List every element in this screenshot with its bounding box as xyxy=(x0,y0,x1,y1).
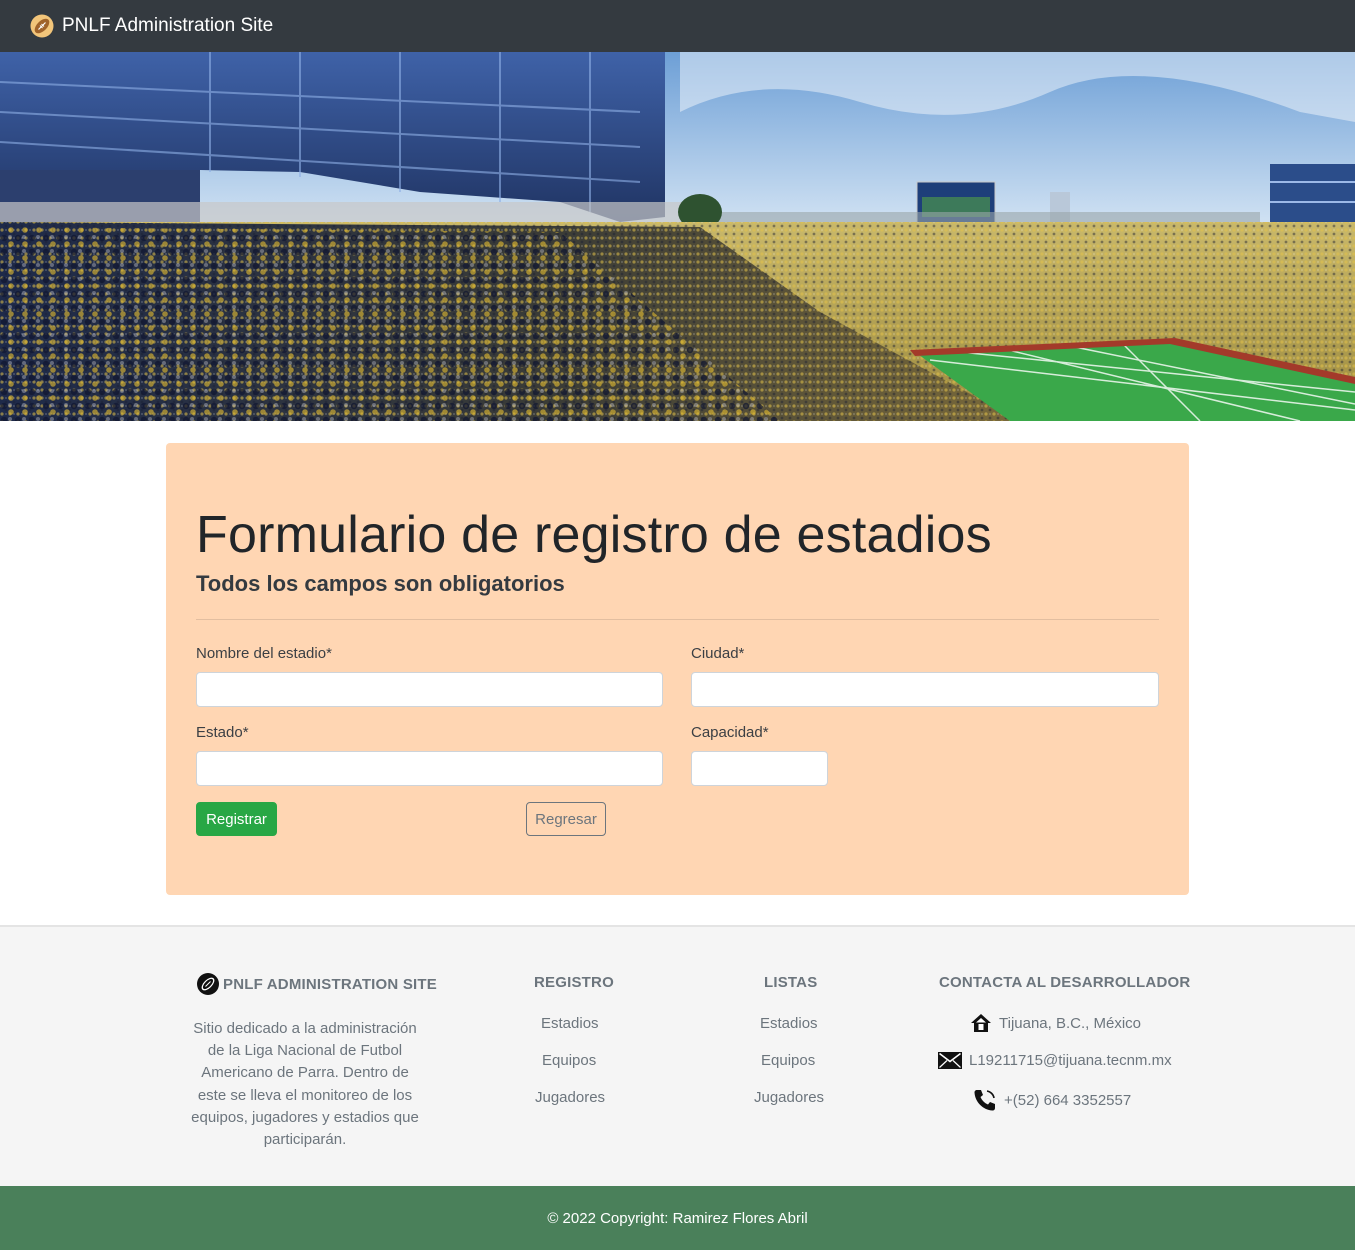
footer-about-description: Sitio dedicado a la administración de la… xyxy=(191,1020,419,1149)
envelope-icon xyxy=(938,1052,962,1069)
contact-phone-text: +(52) 664 3352557 xyxy=(1004,1091,1132,1109)
form-divider xyxy=(196,619,1159,620)
capacidad-input[interactable] xyxy=(691,751,828,786)
registrar-button[interactable]: Registrar xyxy=(196,802,277,836)
footer-contacto-heading: CONTACTA AL DESARROLLADOR xyxy=(939,974,1191,991)
hero-stadium-image xyxy=(0,52,1355,421)
estado-label: Estado* xyxy=(196,724,249,741)
ciudad-label: Ciudad* xyxy=(691,645,745,662)
top-navbar: PNLF Administration Site xyxy=(0,0,1355,52)
navbar-brand-text: PNLF Administration Site xyxy=(62,15,274,36)
footer-listas-heading: LISTAS xyxy=(764,974,818,991)
football-icon xyxy=(30,14,54,38)
contact-location-text: Tijuana, B.C., México xyxy=(999,1014,1141,1032)
site-footer: PNLF ADMINISTRATION SITE Sitio dedicado … xyxy=(0,925,1355,1186)
contact-phone: +(52) 664 3352557 xyxy=(973,1088,1131,1112)
footer-registro-heading: REGISTRO xyxy=(534,974,614,991)
phone-icon xyxy=(974,1090,995,1111)
ciudad-input[interactable] xyxy=(691,672,1159,707)
copyright-text: © 2022 Copyright: Ramirez Flores Abril xyxy=(547,1209,808,1227)
footer-about-title: PNLF ADMINISTRATION SITE xyxy=(223,975,437,993)
home-icon xyxy=(971,1014,991,1032)
footer-registro-jugadores-link[interactable]: Jugadores xyxy=(535,1089,605,1106)
stadium-photo xyxy=(0,52,1355,421)
footer-listas-estadios-link[interactable]: Estadios xyxy=(760,1015,818,1032)
copyright-bar: © 2022 Copyright: Ramirez Flores Abril xyxy=(0,1186,1355,1250)
form-title: Formulario de registro de estadios xyxy=(196,506,992,564)
footer-about-heading: PNLF ADMINISTRATION SITE xyxy=(196,972,437,996)
football-icon xyxy=(197,973,219,995)
stadium-registration-form: Formulario de registro de estadios Todos… xyxy=(166,443,1189,895)
regresar-button[interactable]: Regresar xyxy=(526,802,606,836)
contact-location: Tijuana, B.C., México xyxy=(970,1013,1141,1033)
contact-email-text: L19211715@tijuana.tecnm.mx xyxy=(969,1052,1172,1069)
footer-registro-equipos-link[interactable]: Equipos xyxy=(542,1052,596,1069)
capacidad-label: Capacidad* xyxy=(691,724,769,741)
navbar-brand[interactable]: PNLF Administration Site xyxy=(30,14,273,38)
estado-input[interactable] xyxy=(196,751,663,786)
contact-email[interactable]: L19211715@tijuana.tecnm.mx xyxy=(938,1052,1172,1069)
nombre-label: Nombre del estadio* xyxy=(196,645,332,662)
form-subtitle: Todos los campos son obligatorios xyxy=(196,571,565,596)
footer-listas-jugadores-link[interactable]: Jugadores xyxy=(754,1089,824,1106)
footer-registro-estadios-link[interactable]: Estadios xyxy=(541,1015,599,1032)
nombre-estadio-input[interactable] xyxy=(196,672,663,707)
footer-listas-equipos-link[interactable]: Equipos xyxy=(761,1052,815,1069)
